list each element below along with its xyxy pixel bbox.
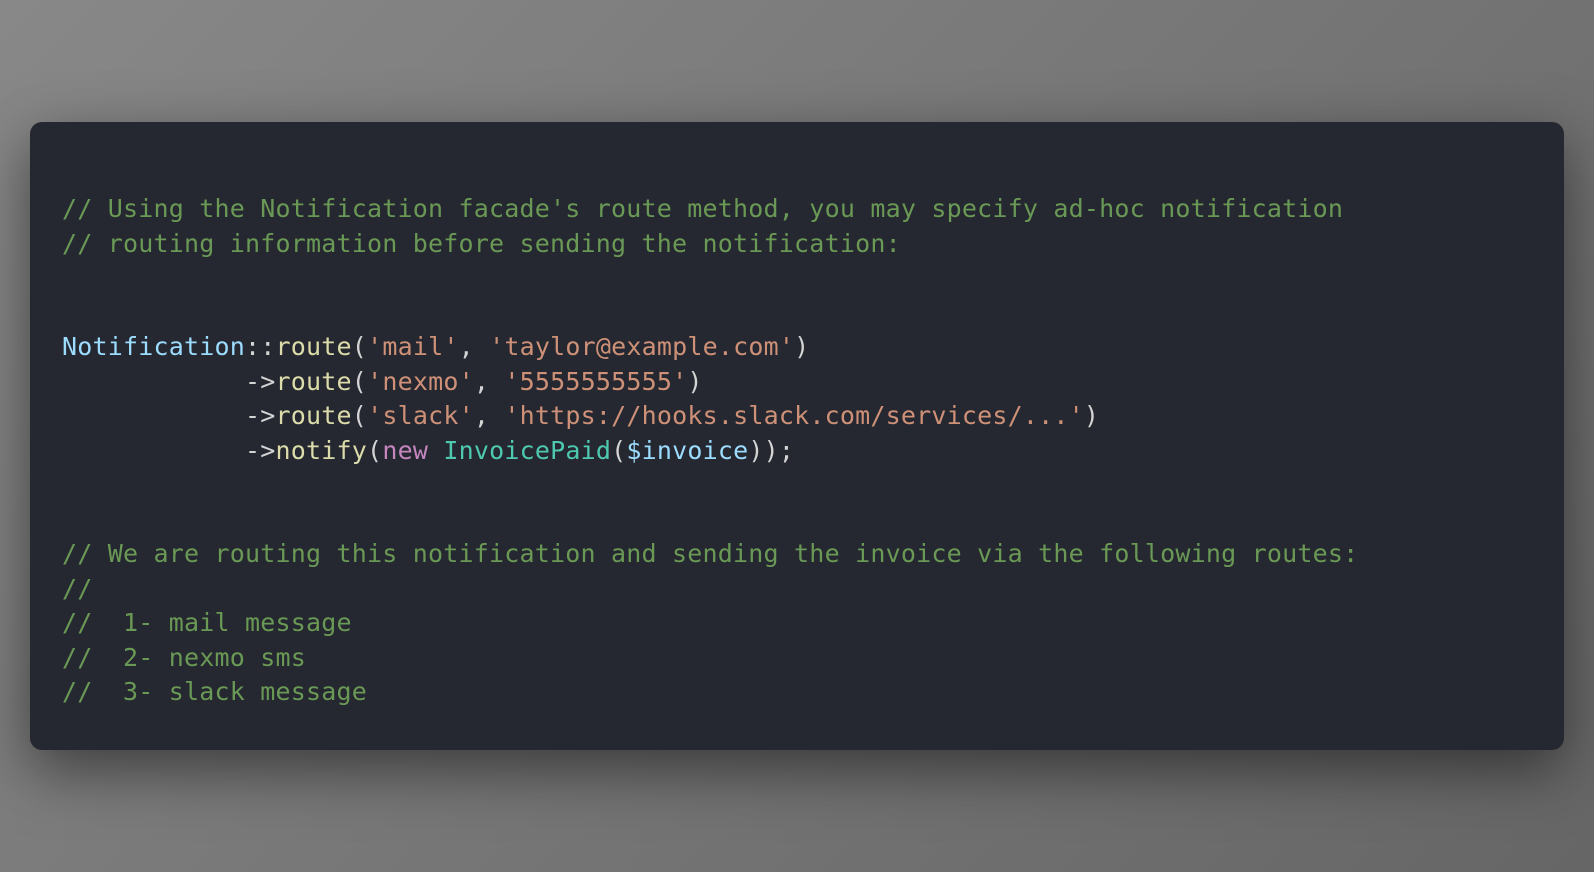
comment-line-7: // 3- slack message <box>62 677 367 706</box>
scope-operator: :: <box>245 332 276 361</box>
method-notify: notify <box>276 436 368 465</box>
comment-line-4: // <box>62 574 93 603</box>
comma: , <box>459 332 490 361</box>
paren-open: ( <box>352 401 367 430</box>
comment-line-3: // We are routing this notification and … <box>62 539 1358 568</box>
string-hook: 'https://hooks.slack.com/services/...' <box>504 401 1084 430</box>
paren-open: ( <box>611 436 626 465</box>
arrow-op: -> <box>245 436 276 465</box>
comma: , <box>474 367 505 396</box>
comment-line-2: // routing information before sending th… <box>62 229 901 258</box>
arrow-op: -> <box>245 367 276 396</box>
code-block: // Using the Notification facade's route… <box>62 192 1532 710</box>
string-nexmo: 'nexmo' <box>367 367 474 396</box>
paren-open: ( <box>367 436 382 465</box>
type-invoice-paid: InvoicePaid <box>443 436 611 465</box>
comma: , <box>474 401 505 430</box>
arrow-op: -> <box>245 401 276 430</box>
paren-close: ) <box>764 436 779 465</box>
string-slack: 'slack' <box>367 401 474 430</box>
semicolon: ; <box>779 436 794 465</box>
code-snippet-card: // Using the Notification facade's route… <box>30 122 1564 750</box>
comment-line-5: // 1- mail message <box>62 608 352 637</box>
string-mail: 'mail' <box>367 332 459 361</box>
indent <box>62 401 245 430</box>
paren-open: ( <box>352 332 367 361</box>
paren-open: ( <box>352 367 367 396</box>
keyword-new: new <box>382 436 428 465</box>
method-route-2: route <box>276 367 352 396</box>
paren-close: ) <box>1084 401 1099 430</box>
string-phone: '5555555555' <box>504 367 687 396</box>
method-route-3: route <box>276 401 352 430</box>
comment-line-1: // Using the Notification facade's route… <box>62 194 1343 223</box>
paren-close: ) <box>748 436 763 465</box>
paren-close: ) <box>687 367 702 396</box>
variable-invoice: $invoice <box>626 436 748 465</box>
indent <box>62 367 245 396</box>
indent <box>62 436 245 465</box>
method-route-1: route <box>276 332 352 361</box>
string-email: 'taylor@example.com' <box>489 332 794 361</box>
comment-line-6: // 2- nexmo sms <box>62 643 306 672</box>
class-token: Notification <box>62 332 245 361</box>
paren-close: ) <box>794 332 809 361</box>
